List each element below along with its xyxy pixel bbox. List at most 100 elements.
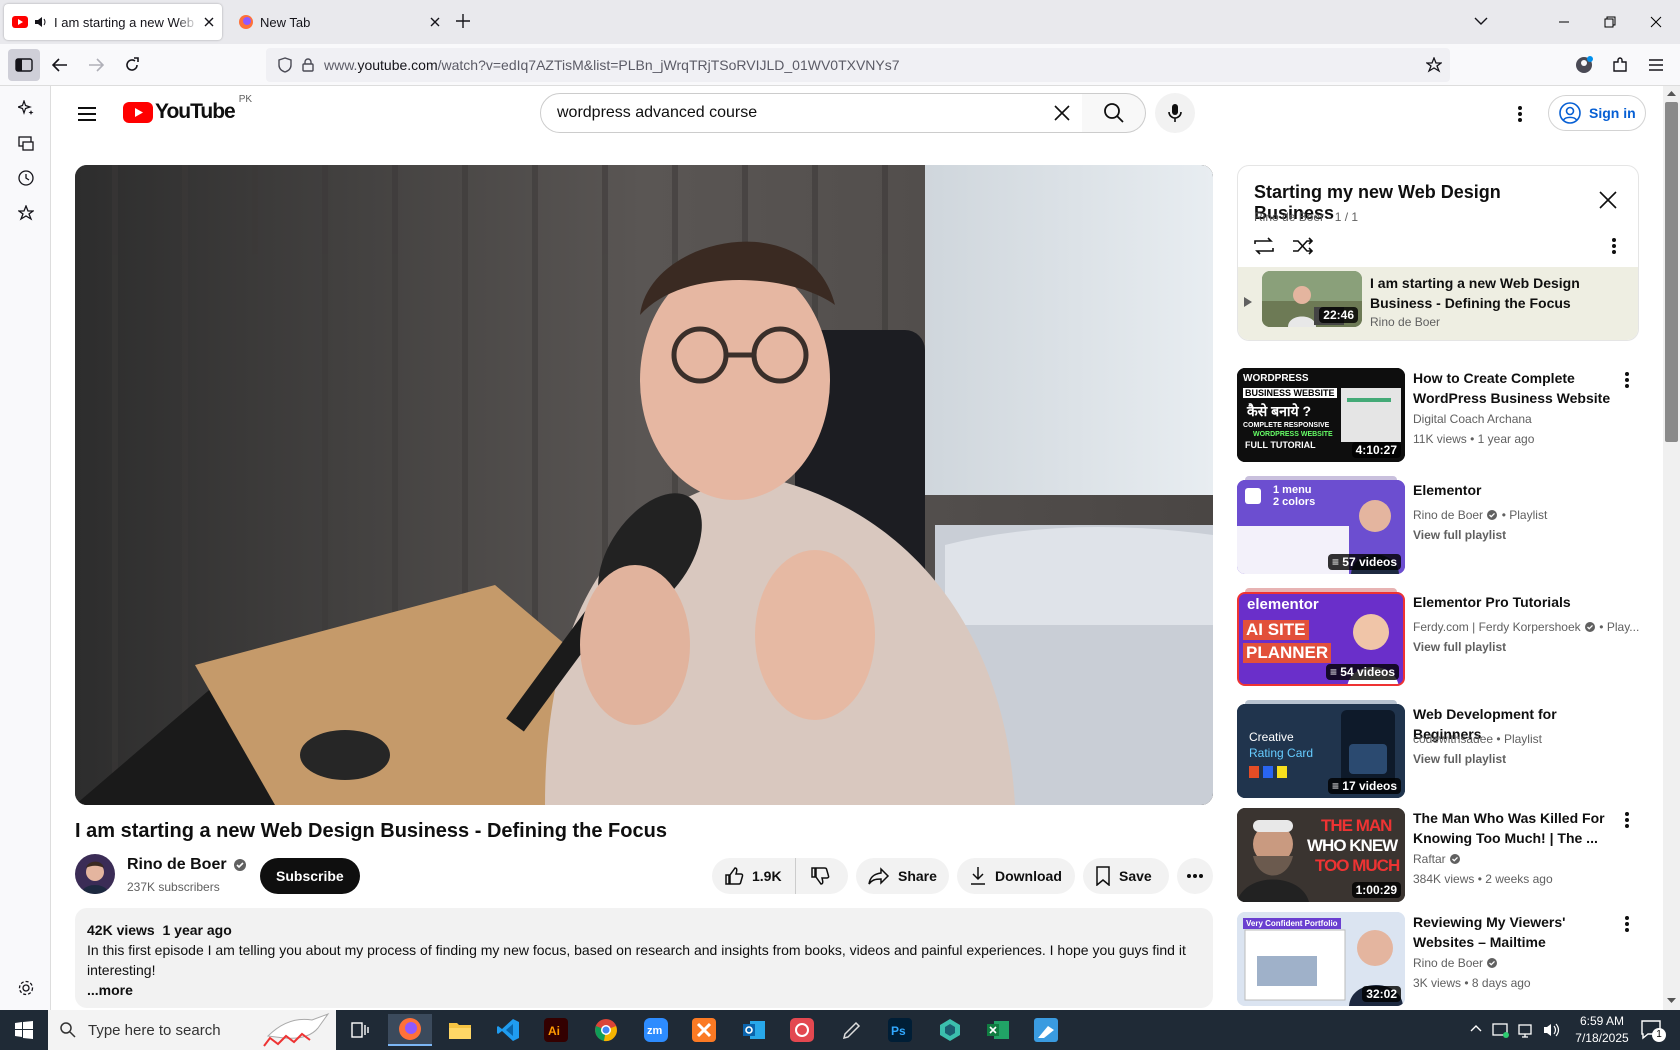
duration-badge: 32:02 [1362,986,1401,1002]
tab-new-tab[interactable]: New Tab [230,4,448,40]
audio-playing-icon[interactable] [34,16,48,28]
settings-kebab-icon[interactable] [1500,94,1540,134]
app-menu-hamburger-icon[interactable] [1640,49,1672,81]
close-tab-icon[interactable] [204,17,214,27]
forward-arrow-icon[interactable] [80,49,112,81]
view-full-playlist-link[interactable]: View full playlist [1413,638,1506,656]
windows-start-icon[interactable] [2,1014,46,1046]
extensions-puzzle-icon[interactable] [1604,49,1636,81]
close-tab-icon[interactable] [430,17,440,27]
view-full-playlist-link[interactable]: View full playlist [1413,750,1506,768]
bookmarks-star-icon[interactable] [10,197,42,229]
search-button[interactable] [1082,93,1146,133]
search-input[interactable]: wordpress advanced course [540,93,1083,133]
taskbar-firefox-icon[interactable] [388,1014,432,1046]
loop-playlist-icon[interactable] [1252,236,1276,256]
recommendation-item[interactable]: WORDPRESS BUSINESS WEBSITE कैसे बनाये ? … [1237,368,1647,462]
action-menu-kebab-icon[interactable] [1625,916,1629,932]
restore-window-icon[interactable] [1587,0,1633,44]
task-view-icon[interactable] [338,1014,382,1046]
channel-name[interactable]: Rino de Boer [127,856,247,874]
show-hidden-icons-chevron-icon[interactable] [1470,1024,1482,1032]
recommendation-playlist[interactable]: Creative Rating Card ≡ 17 videos Web Dev… [1237,700,1647,798]
network-icon[interactable] [1518,1021,1536,1039]
customize-sidebar-gear-icon[interactable] [10,972,42,1004]
download-button[interactable]: Download [957,858,1075,894]
subscribe-button[interactable]: Subscribe [260,858,360,894]
svg-text:Ai: Ai [548,1024,560,1038]
defender-shield-icon[interactable] [1492,1021,1510,1039]
taskbar-pen-tool-icon[interactable] [830,1014,874,1046]
account-avatar-icon[interactable] [1568,49,1600,81]
sign-in-button[interactable]: Sign in [1548,95,1646,131]
playlist-item-channel: Rino de Boer [1370,315,1441,329]
url-bar[interactable]: www.youtube.com/watch?v=edIq7AZTisM&list… [266,48,1450,82]
recommendation-playlist[interactable]: 1 menu 2 colors ≡ 57 videos Elementor Ri… [1237,476,1647,574]
taskbar-vscode-icon[interactable] [486,1014,530,1046]
recommendation-item[interactable]: Very Confident Portfolio 32:02 Reviewing… [1237,912,1647,1006]
like-button[interactable]: 1.9K [712,858,796,894]
tab-youtube[interactable]: I am starting a new Web Design Business … [4,4,222,40]
history-clock-icon[interactable] [10,162,42,194]
taskbar-xampp-icon[interactable] [682,1014,726,1046]
synced-tabs-icon[interactable] [10,127,42,159]
sidebar-toggle-icon[interactable] [8,49,40,81]
video-description[interactable]: 42K views 1 year ago In this first episo… [75,908,1213,1008]
reload-icon[interactable] [116,49,148,81]
scroll-down-arrow-icon[interactable] [1667,998,1676,1004]
shuffle-playlist-icon[interactable] [1292,236,1314,256]
scrollbar-thumb[interactable] [1665,102,1678,442]
show-more-link[interactable]: ...more [87,980,1201,1000]
taskbar-creative-cloud-icon[interactable] [780,1014,824,1046]
thumbnail: WORDPRESS BUSINESS WEBSITE कैसे बनाये ? … [1237,368,1405,462]
thumbnail: elementor AI SITE PLANNER ≡ 54 videos [1237,592,1405,686]
taskbar-hexagon-app-icon[interactable] [928,1014,972,1046]
taskbar-file-explorer-icon[interactable] [438,1014,482,1046]
tracking-protection-shield-icon[interactable] [278,57,292,73]
minimize-window-icon[interactable] [1541,0,1587,44]
clear-search-x-icon[interactable] [1052,103,1072,123]
video-title: The Man Who Was Killed For Knowing Too M… [1413,810,1605,846]
guide-menu-hamburger-icon[interactable] [67,94,107,134]
more-actions-button[interactable] [1177,858,1213,894]
video-player[interactable] [75,165,1213,805]
action-center-notification-icon[interactable]: 1 [1640,1018,1666,1042]
close-playlist-x-icon[interactable] [1598,190,1618,210]
youtube-logo-text: YouTube [155,100,236,123]
taskbar-zoom-icon[interactable]: zm [634,1014,678,1046]
close-window-icon[interactable] [1633,0,1679,44]
scroll-up-arrow-icon[interactable] [1667,90,1676,96]
taskbar-photoshop-icon[interactable]: Ps [878,1014,922,1046]
taskbar-excel-icon[interactable] [976,1014,1020,1046]
new-tab-plus-icon[interactable] [456,14,470,28]
voice-search-button[interactable] [1155,93,1195,133]
verified-badge-icon [233,858,247,872]
share-button[interactable]: Share [856,858,949,894]
save-button[interactable]: Save [1083,858,1169,894]
action-menu-kebab-icon[interactable] [1625,812,1629,828]
playlist-item-current[interactable]: 22:46 I am starting a new Web Design Bus… [1238,267,1638,340]
volume-speaker-icon[interactable] [1542,1021,1560,1039]
list-all-tabs-chevron-icon[interactable] [1474,16,1488,26]
back-arrow-icon[interactable] [44,49,76,81]
view-full-playlist-link[interactable]: View full playlist [1413,526,1506,544]
taskbar-search-box[interactable]: Type here to search [48,1010,336,1050]
bookmark-star-icon[interactable] [1426,57,1442,73]
taskbar-paint-icon[interactable] [1024,1014,1068,1046]
youtube-logo[interactable]: YouTube PK [123,94,252,124]
playlist-menu-kebab-icon[interactable] [1612,238,1616,254]
taskbar-chrome-icon[interactable] [584,1014,628,1046]
duration-badge: 1:00:29 [1351,882,1401,898]
taskbar-illustrator-icon[interactable]: Ai [534,1014,578,1046]
action-menu-kebab-icon[interactable] [1625,372,1629,388]
dislike-button[interactable] [796,866,830,886]
lock-icon[interactable] [302,58,314,72]
channel-avatar[interactable] [75,854,115,894]
verified-badge-icon [1486,509,1498,521]
more-horizontal-icon [1187,874,1203,878]
taskbar-clock[interactable]: 6:59 AM 7/18/2025 [1566,1013,1638,1047]
recommendation-playlist[interactable]: elementor AI SITE PLANNER ≡ 54 videos El… [1237,588,1647,686]
recommendation-item[interactable]: THE MAN WHO KNEW TOO MUCH 1:00:29 The Ma… [1237,808,1647,902]
ai-chatbot-sparkle-icon[interactable] [10,92,42,124]
taskbar-outlook-icon[interactable] [732,1014,776,1046]
